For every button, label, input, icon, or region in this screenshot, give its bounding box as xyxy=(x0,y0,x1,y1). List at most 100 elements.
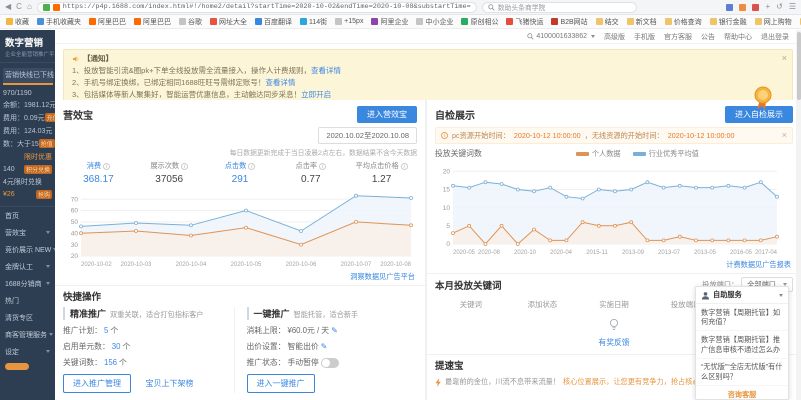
sidebar-menu-item[interactable]: 清货专区 xyxy=(0,309,55,326)
chat-question[interactable]: 数字营销【周期托管】如何充值？ xyxy=(696,304,788,331)
date-range-picker[interactable]: 2020.10.02至2020.10.08 xyxy=(318,127,417,144)
sidebar-menu-item[interactable]: 设定 xyxy=(0,343,55,360)
billing-report-link[interactable]: 计费数据见广告报表 xyxy=(726,260,791,269)
extension-icon-blue[interactable] xyxy=(726,4,733,11)
close-icon[interactable]: × xyxy=(782,52,787,64)
info-icon[interactable]: i xyxy=(248,163,255,170)
add-icon[interactable]: + xyxy=(765,3,770,11)
back-icon[interactable]: ◀ xyxy=(5,3,11,11)
bookmark-item[interactable]: 银行金融 xyxy=(710,17,747,27)
topbar-item[interactable]: 帮助中心 xyxy=(724,32,752,42)
promotion-status-toggle[interactable] xyxy=(321,358,339,368)
chart-legend: 个人数据 行业优秀平均值 xyxy=(576,149,699,159)
bookmark-item[interactable]: 网上购物 xyxy=(755,17,792,27)
info-icon[interactable]: i xyxy=(181,163,188,170)
listing-rank-link[interactable]: 宝贝上下架榜 xyxy=(146,379,194,388)
info-icon[interactable]: i xyxy=(401,163,408,170)
chevron-down-icon xyxy=(46,350,50,353)
promo-row-1: 限时优惠 xyxy=(0,150,55,163)
refresh-icon[interactable]: C xyxy=(16,3,22,11)
svg-text:60: 60 xyxy=(71,208,79,215)
search-text[interactable]: 数助头条商学院 xyxy=(498,2,546,12)
url-bar[interactable]: https://p4p.1688.com/index.html#!/home2/… xyxy=(37,2,477,13)
avatar-icon xyxy=(701,291,710,300)
buy-button[interactable]: 抢购 xyxy=(36,190,52,199)
sidebar-promo-pill[interactable] xyxy=(5,363,29,370)
extension-icon-red[interactable] xyxy=(752,4,759,11)
bookmark-item[interactable]: 手机收藏夹 xyxy=(37,17,81,27)
svg-text:2020-05: 2020-05 xyxy=(453,250,476,256)
sidebar-menu-item[interactable]: 营效宝 xyxy=(0,224,55,241)
info-icon[interactable]: i xyxy=(319,163,326,170)
metric-label: 投放关键词数 xyxy=(435,148,482,159)
bookmark-item[interactable]: B2B网站 xyxy=(551,17,587,27)
topbar-item[interactable]: 官方客服 xyxy=(664,32,692,42)
medal-icon[interactable] xyxy=(749,86,777,110)
sidebar-menu-item[interactable]: 竞价展示 NEW xyxy=(0,241,55,258)
bookmark-item[interactable]: +15px xyxy=(335,18,363,25)
bookmark-item[interactable]: 新文档 xyxy=(627,17,657,27)
bookmark-favicon xyxy=(755,18,762,25)
bookmark-favicon xyxy=(300,18,307,25)
bookmark-item[interactable]: 114街 xyxy=(300,17,327,27)
chat-question[interactable]: “无忧版”“全店无忧版”有什么区别吗？ xyxy=(696,359,788,386)
bookmark-item[interactable]: 阿里企业 xyxy=(371,17,408,27)
recharge-button[interactable]: 充值 xyxy=(45,113,55,122)
account-id[interactable]: 4100001633862 xyxy=(527,33,595,40)
topbar-item[interactable]: 手机版 xyxy=(634,32,655,42)
bookmark-item[interactable]: 百度翻译 xyxy=(255,17,292,27)
sidebar-menu-item[interactable]: 热门 xyxy=(0,292,55,309)
svg-text:2020-10-06: 2020-10-06 xyxy=(286,262,317,268)
notice-link[interactable]: 立即开启 xyxy=(301,90,331,99)
svg-text:2013-05: 2013-05 xyxy=(694,250,717,256)
points-exchange-button[interactable]: 积分兑换 xyxy=(24,165,52,174)
sidebar-banner[interactable]: 营销快线已下线区分 xyxy=(3,68,53,85)
sidebar-menu-item[interactable]: 首页 xyxy=(0,207,55,224)
topbar-item[interactable]: 高级版 xyxy=(604,32,625,42)
url-text[interactable]: https://p4p.1688.com/index.html#!/home2/… xyxy=(63,3,471,11)
enter-promotion-manage-button[interactable]: 进入推广管理 xyxy=(63,374,131,393)
sidebar-menu-item[interactable]: 金牌认工 xyxy=(0,258,55,275)
scrollbar[interactable] xyxy=(796,30,801,400)
edit-icon[interactable]: ✎ xyxy=(331,326,338,335)
main-content: 4100001633862 高级版 手机版 官方客服 公告 帮助中心 退出登录 … xyxy=(55,30,801,400)
bookmark-item[interactable]: 阿里巴巴 xyxy=(89,17,126,27)
chat-question[interactable]: 数字营销【周期托管】推广信息审核不通过怎么办 xyxy=(696,331,788,358)
bookmark-item[interactable]: 网址大全 xyxy=(210,17,247,27)
bookmark-item[interactable]: 收藏 xyxy=(6,17,29,27)
svg-text:10: 10 xyxy=(443,205,451,212)
info-icon[interactable]: i xyxy=(103,163,110,170)
extension-icon-orange[interactable] xyxy=(739,4,746,11)
chat-header[interactable]: 自助服务 xyxy=(696,287,788,304)
notice-link[interactable]: 查看详情 xyxy=(311,66,341,75)
enter-yingxiaobao-button[interactable]: 进入营效宝 xyxy=(357,106,417,123)
sidebar-menu-item[interactable]: 商客管理服务 xyxy=(0,326,55,343)
bookmark-item[interactable]: 原创相公 xyxy=(461,17,498,27)
topbar-item[interactable]: 公告 xyxy=(701,32,715,42)
bookmark-favicon xyxy=(37,18,44,25)
bookmark-item[interactable]: 价格查询 xyxy=(665,17,702,27)
chat-consult-button[interactable]: 咨询客服 xyxy=(696,386,788,400)
notice-banner: 【通知】 1、投放智能引流&圈pk+下单全线投放需全流量接入，操作人计费规则，查… xyxy=(63,49,793,106)
bookmark-item[interactable]: 阿里巴巴 xyxy=(134,17,171,27)
bookmark-item[interactable]: 飞猪快运 xyxy=(506,17,543,27)
grab-button[interactable]: 抢值 xyxy=(39,139,55,148)
insight-link[interactable]: 洞察数据见广告平台 xyxy=(350,272,415,281)
enter-yijian-button[interactable]: 进入一键推广 xyxy=(247,374,315,393)
home-icon[interactable]: ⌂ xyxy=(27,3,32,11)
bookmark-item[interactable]: 谷歌 xyxy=(179,17,202,27)
topbar-item[interactable]: 退出登录 xyxy=(761,32,789,42)
undo-icon[interactable]: ↺ xyxy=(776,3,783,11)
notice-link[interactable]: 查看详情 xyxy=(265,78,295,87)
browser-search-box[interactable]: 数助头条商学院 xyxy=(482,2,637,13)
kpi-stat: 消费i 368.17 xyxy=(63,161,134,185)
close-icon[interactable]: × xyxy=(782,130,787,140)
edit-icon[interactable]: ✎ xyxy=(321,342,328,351)
bolt-icon xyxy=(435,378,442,387)
scrollbar-thumb[interactable] xyxy=(797,32,801,100)
balance-row: 余额：1981.12元 xyxy=(0,98,55,111)
sidebar-menu-item[interactable]: 1688分销商 xyxy=(0,275,55,292)
menu-icon[interactable]: ☰ xyxy=(789,3,796,11)
bookmark-item[interactable]: 中小企业 xyxy=(416,17,453,27)
bookmark-item[interactable]: 结交 xyxy=(596,17,619,27)
